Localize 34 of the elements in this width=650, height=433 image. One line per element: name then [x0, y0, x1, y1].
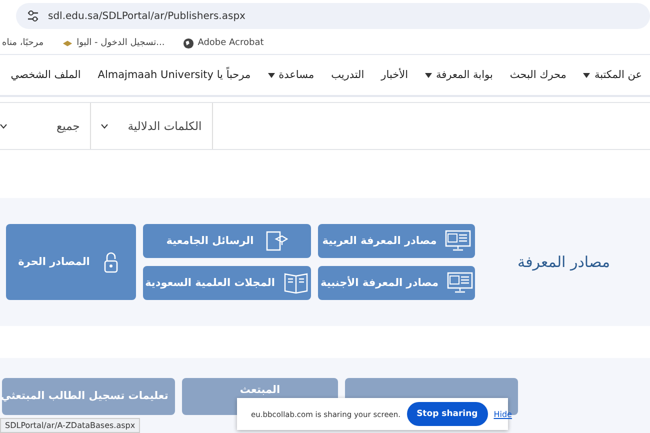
filter-dropdown[interactable]: الكلمات الدلالية: [90, 103, 212, 149]
nav-item[interactable]: محرك البحث: [510, 69, 566, 81]
caret-icon: [583, 72, 590, 78]
address-bar[interactable]: sdl.edu.sa/SDLPortal/ar/Publishers.aspx: [16, 3, 650, 29]
nav-item[interactable]: الملف الشخصي: [10, 69, 81, 81]
globe-icon: [182, 38, 194, 48]
monitor-icon: [444, 230, 471, 252]
bookmark[interactable]: مرحبًا، مناه: [2, 38, 44, 48]
caret-icon: [425, 72, 432, 78]
status-url: SDLPortal/ar/A-ZDataBases.aspx: [0, 418, 140, 433]
caret-icon: [268, 72, 275, 78]
resource-button[interactable]: مصادر المعرفة العربية: [318, 224, 475, 258]
hide-link[interactable]: Hide: [494, 410, 512, 418]
section-title: مصادر المعرفة: [516, 253, 610, 271]
resource-button[interactable]: الرسائل الجامعية: [143, 224, 311, 258]
nav-item[interactable]: بوابة المعرفة: [425, 69, 493, 81]
bookmark[interactable]: Adobe Acrobat: [182, 38, 264, 48]
nav-item[interactable]: التدريب: [331, 69, 364, 81]
chevron-icon: [0, 124, 7, 128]
stop-sharing-button[interactable]: Stop sharing: [406, 402, 488, 426]
bookmark[interactable]: تسجيل الدخول - البوا...: [62, 38, 165, 48]
chevron-icon: [100, 124, 108, 128]
nav-item[interactable]: مرحباً يا Almajmaah University: [98, 69, 251, 81]
resource-button[interactable]: المجلات العلمية السعودية: [143, 266, 311, 300]
nav-item[interactable]: عن المكتبة: [583, 69, 642, 81]
url-text: sdl.edu.sa/SDLPortal/ar/Publishers.aspx: [48, 10, 246, 22]
monitor-icon: [446, 272, 473, 294]
resource-button[interactable]: مصادر المعرفة الأجنبية: [318, 266, 475, 300]
nav-item[interactable]: الأخبار: [381, 69, 408, 81]
filter-dropdown[interactable]: جميع: [0, 103, 90, 149]
open-book-icon: [282, 272, 309, 294]
tune-icon[interactable]: [26, 9, 40, 23]
resource-button[interactable]: المصادر الحرة: [6, 224, 136, 300]
nav-item[interactable]: مساعدة: [268, 69, 314, 81]
